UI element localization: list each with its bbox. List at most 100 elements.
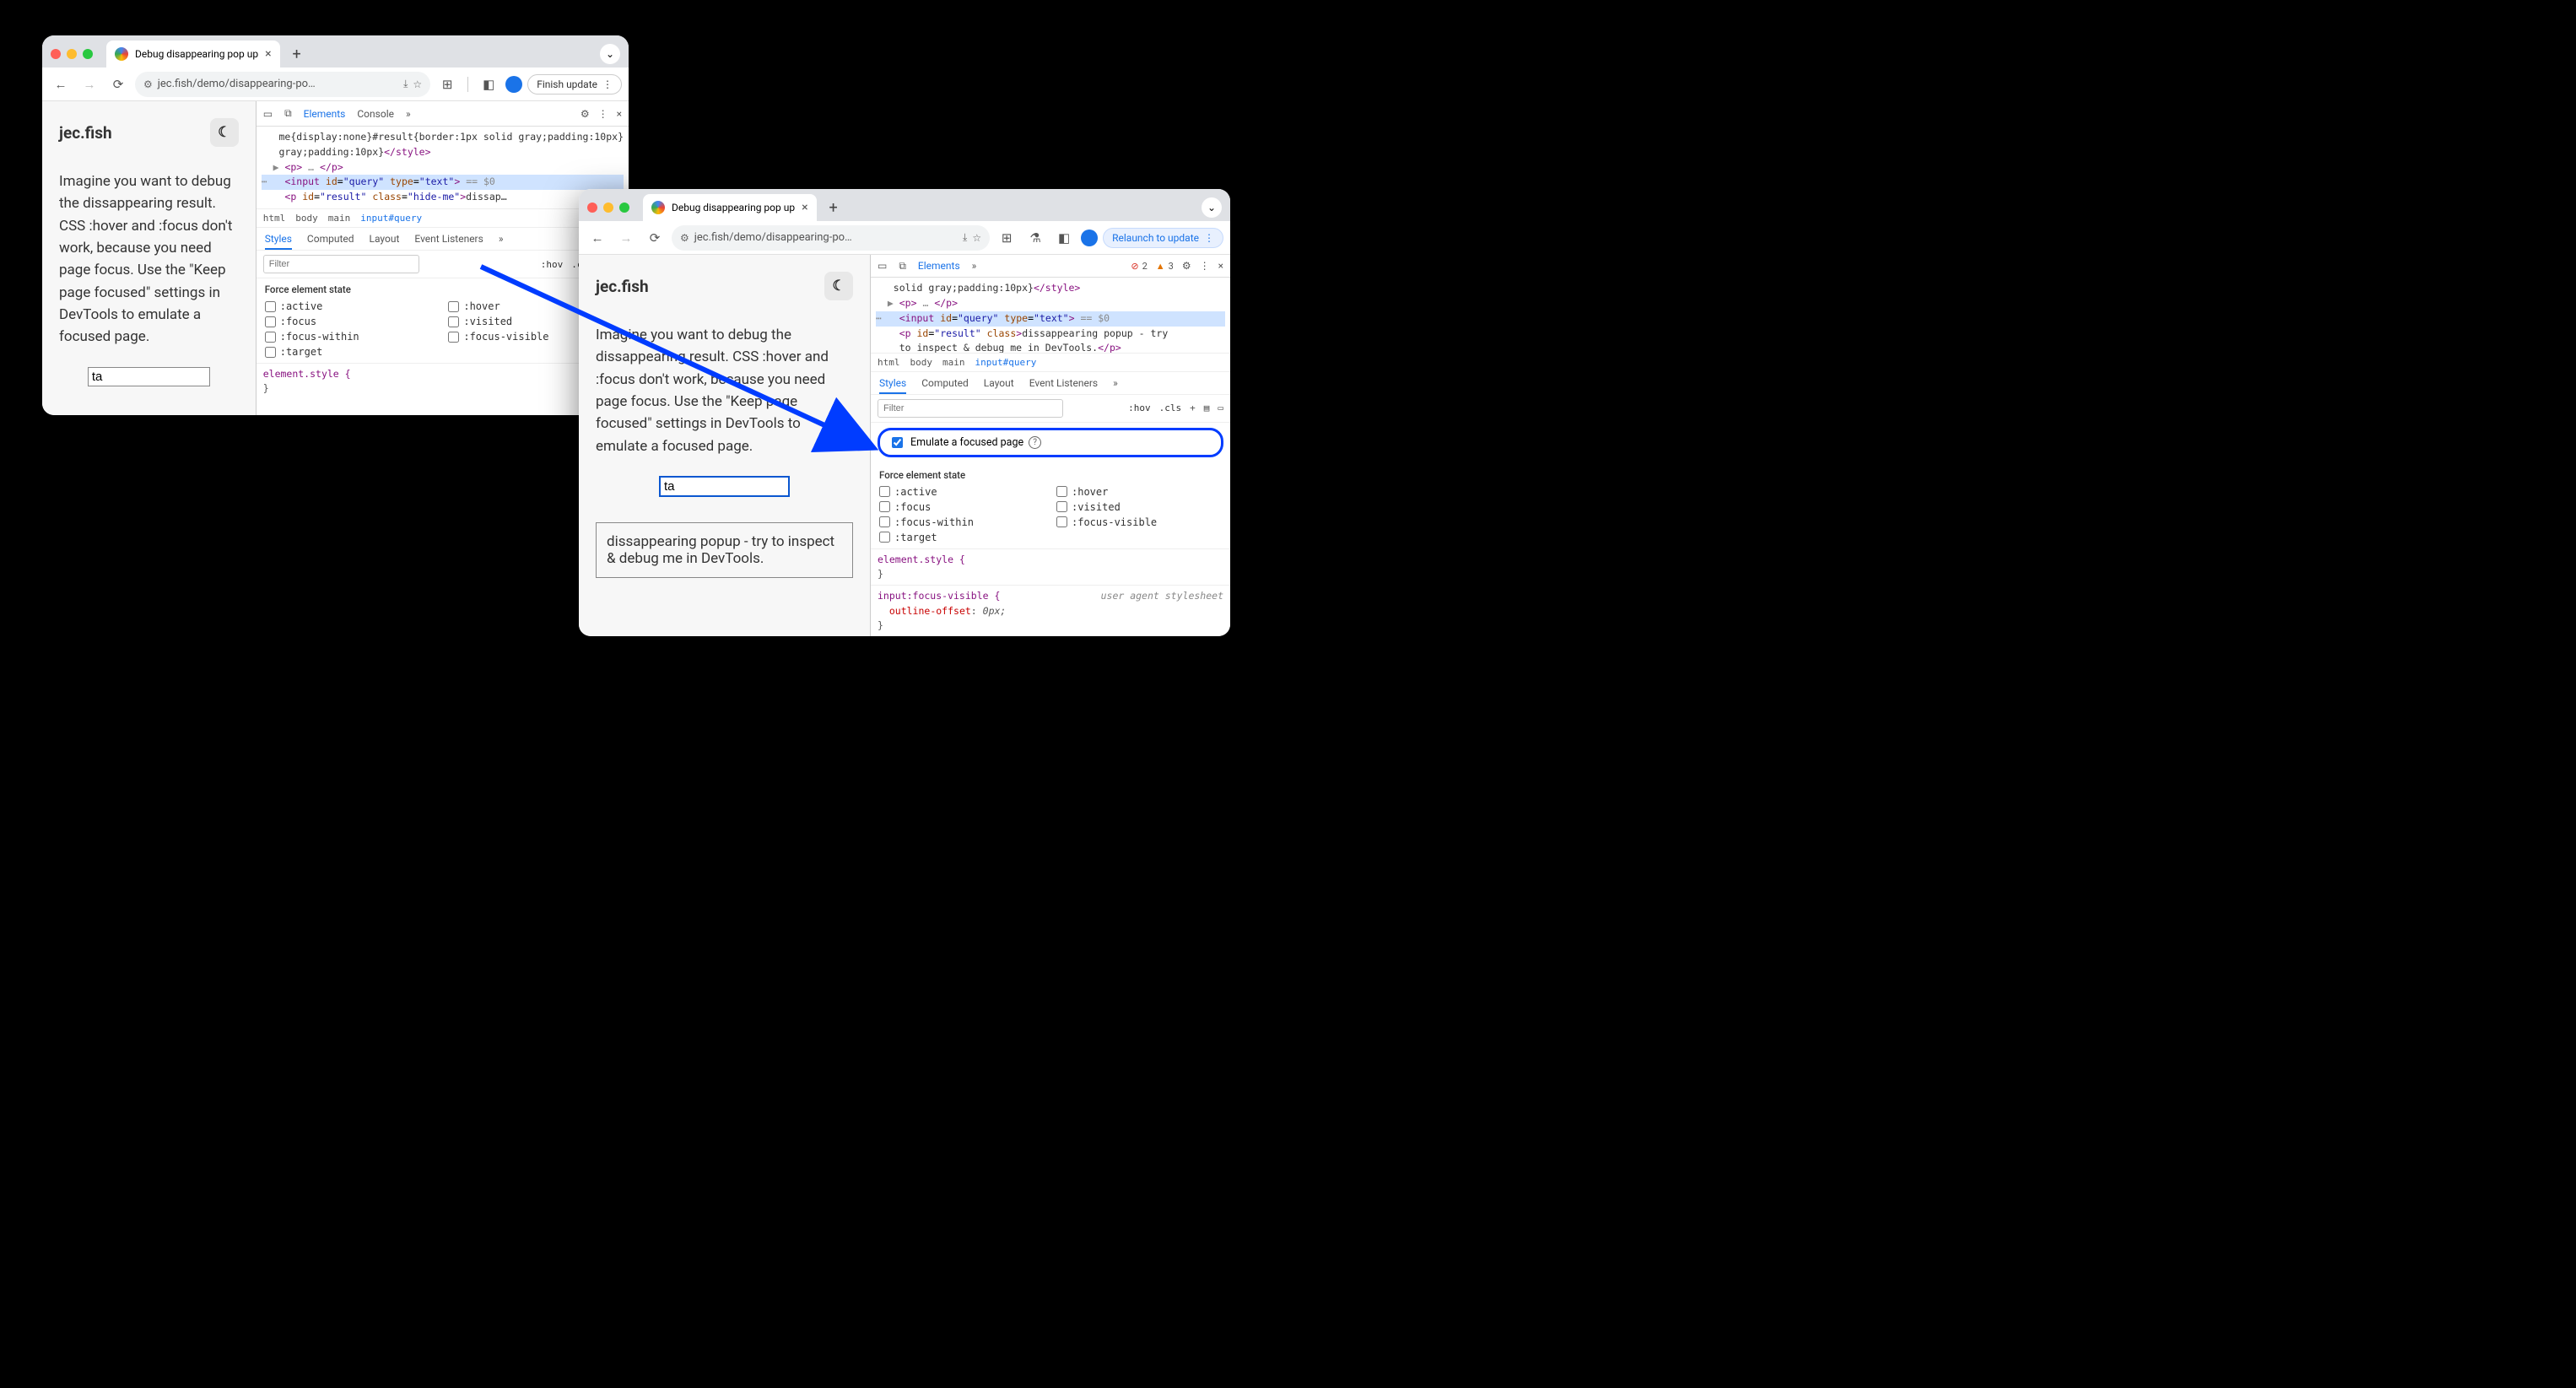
extensions-button[interactable]: ⊞ bbox=[995, 226, 1018, 250]
browser-tab[interactable]: Debug disappearing pop up × bbox=[106, 41, 280, 68]
close-tab-icon[interactable]: × bbox=[802, 201, 807, 214]
labs-icon[interactable]: ⚗ bbox=[1023, 226, 1047, 250]
state-target[interactable]: :target bbox=[879, 532, 1045, 543]
elements-tab[interactable]: Elements bbox=[918, 260, 960, 272]
maximize-window-button[interactable] bbox=[619, 203, 629, 213]
forward-button[interactable]: → bbox=[614, 226, 638, 250]
crumb-input[interactable]: input#query bbox=[975, 357, 1037, 368]
help-icon[interactable]: ? bbox=[1029, 436, 1041, 449]
bookmark-icon[interactable]: ☆ bbox=[413, 78, 422, 90]
site-info-icon[interactable]: ⚙ bbox=[680, 232, 689, 244]
state-focus-visible[interactable]: :focus-visible bbox=[1056, 516, 1222, 528]
back-button[interactable]: ← bbox=[586, 226, 609, 250]
state-target[interactable]: :target bbox=[265, 346, 437, 358]
url-bar[interactable]: ⚙ jec.fish/demo/disappearing-po… ⤓ ☆ bbox=[672, 225, 990, 251]
breadcrumb[interactable]: html body main input#query bbox=[257, 208, 629, 228]
sidepanel-button[interactable]: ◧ bbox=[1052, 226, 1076, 250]
minimize-window-button[interactable] bbox=[67, 49, 77, 59]
maximize-window-button[interactable] bbox=[83, 49, 93, 59]
crumb-body[interactable]: body bbox=[910, 357, 933, 368]
new-rule-icon[interactable]: + bbox=[1190, 402, 1196, 413]
more-tabs-icon[interactable]: » bbox=[406, 108, 411, 120]
computed-toggle-icon[interactable]: ▤ bbox=[1204, 402, 1210, 413]
dom-tree[interactable]: solid gray;padding:10px}</style> ▶ <p> …… bbox=[871, 278, 1230, 353]
update-button[interactable]: Finish update ⋮ bbox=[527, 74, 622, 95]
state-active[interactable]: :active bbox=[265, 300, 437, 312]
query-input[interactable] bbox=[88, 367, 210, 386]
settings-icon[interactable]: ⚙ bbox=[581, 108, 590, 120]
hov-toggle[interactable]: :hov bbox=[541, 259, 564, 270]
close-devtools-icon[interactable]: × bbox=[617, 108, 622, 120]
user-agent-block[interactable]: user agent stylesheet input:focus-visibl… bbox=[871, 585, 1230, 636]
site-info-icon[interactable]: ⚙ bbox=[143, 78, 153, 90]
forward-button[interactable]: → bbox=[78, 73, 101, 96]
dom-tree[interactable]: me{display:none}#result{border:1px solid… bbox=[257, 127, 629, 208]
kebab-icon[interactable]: ⋮ bbox=[1200, 260, 1210, 272]
crumb-input[interactable]: input#query bbox=[360, 213, 422, 224]
state-focus[interactable]: :focus bbox=[879, 501, 1045, 513]
crumb-main[interactable]: main bbox=[328, 213, 351, 224]
kebab-icon[interactable]: ⋮ bbox=[598, 108, 608, 120]
new-tab-button[interactable]: + bbox=[824, 197, 844, 218]
reload-button[interactable]: ⟳ bbox=[643, 226, 667, 250]
close-window-button[interactable] bbox=[51, 49, 61, 59]
subtab-computed[interactable]: Computed bbox=[921, 377, 969, 389]
settings-icon[interactable]: ⚙ bbox=[1182, 260, 1191, 272]
minimize-window-button[interactable] bbox=[603, 203, 613, 213]
inspect-icon[interactable]: ▭ bbox=[263, 108, 273, 120]
bookmark-icon[interactable]: ☆ bbox=[972, 232, 981, 244]
emulate-checkbox[interactable] bbox=[892, 437, 903, 448]
sidepanel-button[interactable]: ◧ bbox=[477, 73, 500, 96]
site-title[interactable]: jec.fish bbox=[59, 123, 112, 143]
cls-toggle[interactable]: .cls bbox=[1159, 402, 1182, 413]
console-tab[interactable]: Console bbox=[357, 108, 394, 120]
subtab-styles[interactable]: Styles bbox=[879, 377, 906, 394]
more-subtabs-icon[interactable]: » bbox=[1113, 377, 1118, 389]
profile-button[interactable] bbox=[1081, 230, 1098, 246]
site-title[interactable]: jec.fish bbox=[596, 277, 649, 296]
close-tab-icon[interactable]: × bbox=[265, 47, 271, 61]
subtab-eventlisteners[interactable]: Event Listeners bbox=[414, 233, 483, 245]
install-icon[interactable]: ⤓ bbox=[963, 231, 967, 244]
more-tabs-icon[interactable]: » bbox=[972, 260, 977, 272]
theme-toggle-button[interactable]: ☾ bbox=[210, 118, 239, 147]
warning-count[interactable]: ▲3 bbox=[1156, 261, 1174, 272]
styles-filter-input[interactable] bbox=[878, 399, 1063, 418]
query-input[interactable] bbox=[659, 476, 790, 497]
crumb-body[interactable]: body bbox=[295, 213, 318, 224]
elements-tab[interactable]: Elements bbox=[304, 108, 346, 120]
state-hover[interactable]: :hover bbox=[1056, 486, 1222, 498]
state-focus[interactable]: :focus bbox=[265, 316, 437, 327]
inspect-icon[interactable]: ▭ bbox=[878, 260, 887, 272]
breadcrumb[interactable]: html body main input#query bbox=[871, 353, 1230, 372]
state-focus-within[interactable]: :focus-within bbox=[879, 516, 1045, 528]
close-devtools-icon[interactable]: × bbox=[1218, 260, 1223, 272]
update-button[interactable]: Relaunch to update ⋮ bbox=[1103, 228, 1223, 248]
panel-layout-icon[interactable]: ▭ bbox=[1218, 402, 1223, 413]
state-active[interactable]: :active bbox=[879, 486, 1045, 498]
back-button[interactable]: ← bbox=[49, 73, 73, 96]
subtab-layout[interactable]: Layout bbox=[984, 377, 1014, 389]
emulate-focused-page[interactable]: Emulate a focused page ? bbox=[878, 428, 1223, 457]
subtab-computed[interactable]: Computed bbox=[307, 233, 354, 245]
state-visited[interactable]: :visited bbox=[1056, 501, 1222, 513]
url-bar[interactable]: ⚙ jec.fish/demo/disappearing-po… ⤓ ☆ bbox=[135, 72, 430, 97]
subtab-layout[interactable]: Layout bbox=[370, 233, 400, 245]
device-mode-icon[interactable]: ⧉ bbox=[284, 107, 292, 120]
state-focus-within[interactable]: :focus-within bbox=[265, 331, 437, 343]
crumb-html[interactable]: html bbox=[263, 213, 286, 224]
subtab-styles[interactable]: Styles bbox=[265, 233, 292, 250]
profile-button[interactable] bbox=[505, 76, 522, 93]
reload-button[interactable]: ⟳ bbox=[106, 73, 130, 96]
browser-tab[interactable]: Debug disappearing pop up × bbox=[643, 194, 817, 221]
crumb-html[interactable]: html bbox=[878, 357, 900, 368]
hov-toggle[interactable]: :hov bbox=[1128, 402, 1151, 413]
device-mode-icon[interactable]: ⧉ bbox=[899, 260, 906, 273]
extensions-button[interactable]: ⊞ bbox=[435, 73, 459, 96]
crumb-main[interactable]: main bbox=[942, 357, 965, 368]
close-window-button[interactable] bbox=[587, 203, 597, 213]
new-tab-button[interactable]: + bbox=[287, 44, 307, 64]
theme-toggle-button[interactable]: ☾ bbox=[824, 272, 853, 300]
element-style-block[interactable]: element.style { } bbox=[871, 548, 1230, 586]
install-icon[interactable]: ⤓ bbox=[403, 78, 408, 90]
